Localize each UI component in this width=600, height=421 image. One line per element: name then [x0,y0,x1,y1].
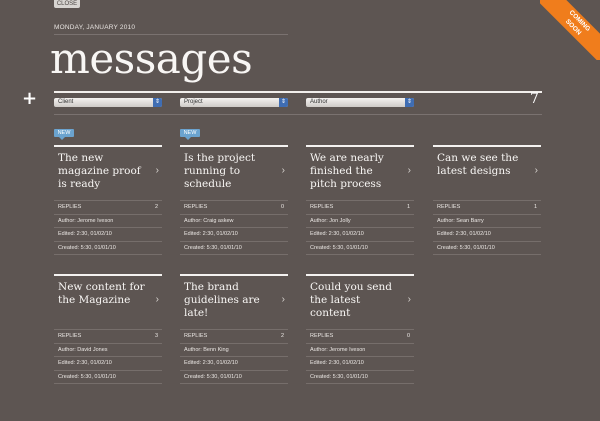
card-top-rule [180,145,288,147]
reply-count: 2 [154,204,158,210]
reply-count: 1 [406,204,410,210]
card-top-rule [180,274,288,276]
message-card[interactable]: Could you send the latest content › REPLIE… [306,274,414,384]
client-filter-select[interactable]: Client ⇕ [54,98,162,107]
new-badge: NEW [180,129,200,140]
message-title[interactable]: Can we see the latest designs [437,152,525,200]
created-row: Created: 5:30, 01/01/10 [54,369,162,384]
replies-row: REPLIES 1 [306,200,414,214]
message-title[interactable]: Is the project running to schedule [184,152,272,200]
reply-count: 0 [406,333,410,339]
title-divider [54,91,542,93]
created-row: Created: 5:30, 01/01/10 [306,240,414,255]
edited-row: Edited: 2:30, 01/02/10 [306,356,414,370]
created-row: Created: 5:30, 01/01/10 [433,240,541,255]
replies-row: REPLIES 2 [54,200,162,214]
client-filter-value: Client [58,99,74,105]
edited-row: Edited: 2:30, 01/02/10 [54,356,162,370]
card-top-rule [433,145,541,147]
edited-row: Edited: 2:30, 01/02/10 [180,227,288,241]
created-row: Created: 5:30, 01/01/10 [180,240,288,255]
author-filter-select[interactable]: Author ⇕ [306,98,414,107]
select-arrows-icon: ⇕ [405,98,414,107]
chevron-right-icon[interactable]: › [535,165,538,176]
author-row: Author: Sean Barry [433,213,541,228]
chevron-right-icon[interactable]: › [408,165,411,176]
message-card[interactable]: New content for the Magazine › REPLIES 3 Aut… [54,274,162,384]
author-row: Author: Jerome Iveson [306,342,414,357]
replies-label: REPLIES [310,204,334,210]
replies-label: REPLIES [184,204,208,210]
card-top-rule [54,145,162,147]
message-title[interactable]: New content for the Magazine [58,281,146,329]
card-top-rule [306,145,414,147]
message-card[interactable]: Is the project running to schedule › REPLI… [180,145,288,255]
replies-label: REPLIES [310,333,334,339]
author-row: Author: Jerome Iveson [54,213,162,228]
new-badge: NEW [54,129,74,140]
author-filter-value: Author [310,99,328,105]
chevron-right-icon[interactable]: › [282,294,285,305]
edited-row: Edited: 2:30, 01/02/10 [306,227,414,241]
author-row: Author: David Jones [54,342,162,357]
replies-row: REPLIES 1 [433,200,541,214]
replies-label: REPLIES [184,333,208,339]
message-card[interactable]: Can we see the latest designs › REPLIES 1 Au… [433,145,541,255]
page-title: messages [50,34,253,83]
reply-count: 2 [280,333,284,339]
card-top-rule [306,274,414,276]
chevron-right-icon[interactable]: › [282,165,285,176]
filter-divider [54,114,542,115]
message-title[interactable]: We are nearly finished the pitch process [310,152,398,200]
message-card[interactable]: The brand guidelines are late! › REPLIES 2 A… [180,274,288,384]
chevron-right-icon[interactable]: › [156,165,159,176]
project-filter-value: Project [184,99,203,105]
author-row: Author: Jon Jolly [306,213,414,228]
message-card[interactable]: We are nearly finished the pitch process… [306,145,414,255]
edited-row: Edited: 2:30, 01/02/10 [54,227,162,241]
replies-row: REPLIES 2 [180,329,288,343]
reply-count: 3 [154,333,158,339]
replies-row: REPLIES 3 [54,329,162,343]
replies-label: REPLIES [58,204,82,210]
replies-row: REPLIES 0 [180,200,288,214]
created-row: Created: 5:30, 01/01/10 [180,369,288,384]
author-row: Author: Craig askew [180,213,288,228]
message-title[interactable]: The brand guidelines are late! [184,281,272,329]
chevron-right-icon[interactable]: › [156,294,159,305]
message-title[interactable]: Could you send the latest content [310,281,398,329]
current-date: MONDAY, JANUARY 2010 [54,24,136,31]
select-arrows-icon: ⇕ [153,98,162,107]
message-count: 7 [530,91,539,107]
author-row: Author: Benn King [180,342,288,357]
card-top-rule [54,274,162,276]
project-filter-select[interactable]: Project ⇕ [180,98,288,107]
reply-count: 1 [533,204,537,210]
plus-icon[interactable]: + [22,90,37,108]
select-arrows-icon: ⇕ [279,98,288,107]
reply-count: 0 [280,204,284,210]
coming-soon-ribbon: COMING SOON [540,0,600,60]
replies-label: REPLIES [437,204,461,210]
close-button[interactable]: CLOSE [54,0,80,8]
message-card[interactable]: The new magazine proof is ready › REPLIES 2… [54,145,162,255]
chevron-right-icon[interactable]: › [408,294,411,305]
replies-row: REPLIES 0 [306,329,414,343]
replies-label: REPLIES [58,333,82,339]
edited-row: Edited: 2:30, 01/02/10 [180,356,288,370]
edited-row: Edited: 2:30, 01/02/10 [433,227,541,241]
message-title[interactable]: The new magazine proof is ready [58,152,146,200]
created-row: Created: 5:30, 01/01/10 [54,240,162,255]
created-row: Created: 5:30, 01/01/10 [306,369,414,384]
